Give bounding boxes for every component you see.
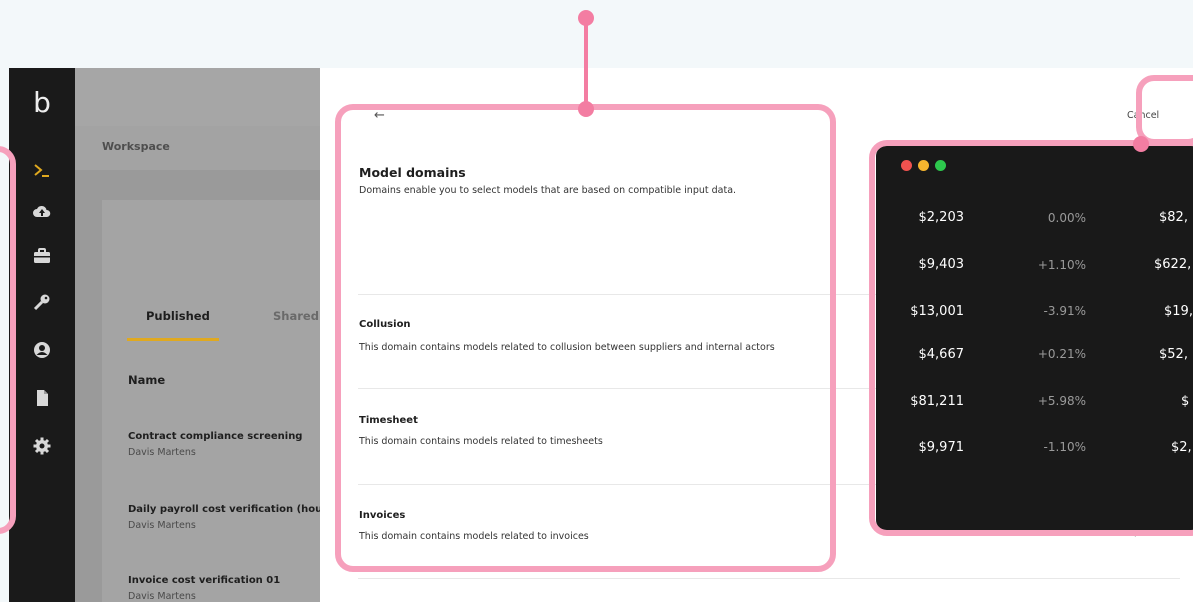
key-icon[interactable] [32,292,52,312]
highlight-terminal [869,140,1193,536]
tab-published[interactable]: Published [146,309,210,323]
callout-dot [1133,136,1149,152]
table-row-owner: Davis Martens [128,447,196,458]
table-row-owner: Davis Martens [128,591,196,602]
tab-shared[interactable]: Shared [273,309,319,323]
workspace-background: Workspace Published Shared Name Contract… [75,68,320,602]
table-row-title[interactable]: Daily payroll cost verification (hourly … [128,504,320,515]
tab-active-underline [127,338,219,341]
document-icon[interactable] [32,388,52,408]
callout-dot [578,10,594,26]
user-icon[interactable] [32,340,52,360]
callout-line [584,22,588,110]
table-row-title[interactable]: Invoice cost verification 01 [128,575,280,586]
cloud-upload-icon[interactable] [32,202,52,222]
workspace-card [102,200,320,602]
breadcrumb-workspace[interactable]: Workspace [102,140,170,153]
icon-rail: b [9,68,75,602]
brand-logo[interactable]: b [9,88,75,118]
app-topbar [75,68,320,127]
highlight-domains [335,104,836,572]
breadcrumb: Workspace [75,126,320,170]
table-row-owner: Davis Martens [128,520,196,531]
highlight-rail [0,146,16,534]
briefcase-icon[interactable] [32,246,52,266]
divider [358,578,1180,579]
terminal-icon[interactable] [32,160,52,180]
highlight-cancel [1136,75,1193,145]
table-row-title[interactable]: Contract compliance screening [128,431,302,442]
table-header-name: Name [128,373,166,387]
callout-dot [578,101,594,117]
gear-icon[interactable] [32,436,52,456]
